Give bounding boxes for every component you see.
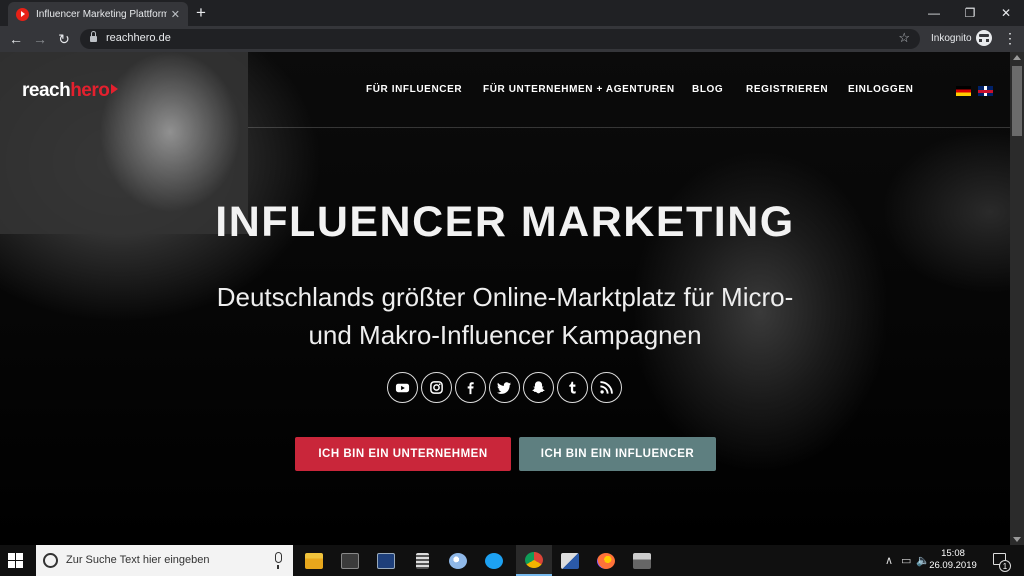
logo-part-reach: reach <box>22 80 71 101</box>
tool-icon <box>341 552 359 569</box>
nav-einloggen[interactable]: EINLOGGEN <box>848 84 913 95</box>
hero-subline-line-1: Deutschlands größter Online-Marktplatz f… <box>216 282 794 312</box>
logo-play-icon <box>111 84 119 94</box>
reachhero-logo[interactable]: reachhero <box>22 80 119 102</box>
cortana-icon <box>43 553 58 568</box>
lock-icon <box>90 31 97 43</box>
nav-fuer-influencer[interactable]: FÜR INFLUENCER <box>366 84 462 95</box>
reload-button[interactable]: ↻ <box>55 30 73 48</box>
logo-part-hero: hero <box>70 80 110 101</box>
new-tab-button[interactable]: + <box>196 3 206 23</box>
nav-fuer-unternehmen[interactable]: FÜR UNTERNEHMEN + AGENTUREN <box>483 84 675 95</box>
social-links <box>387 372 622 403</box>
hero-headline: INFLUENCER MARKETING <box>215 198 795 246</box>
taskbar-clock[interactable]: 15:08 26.09.2019 <box>928 548 978 572</box>
microphone-icon[interactable] <box>275 552 282 569</box>
close-window-button[interactable]: ✕ <box>988 0 1024 26</box>
scroll-thumb[interactable] <box>1012 66 1022 136</box>
screen: Influencer Marketing Plattform: T ✕ + — … <box>0 0 1024 576</box>
cta-influencer-button[interactable]: ICH BIN EIN INFLUENCER <box>519 437 716 471</box>
taskbar-search-box[interactable]: Zur Suche Text hier eingeben <box>36 545 293 576</box>
taskbar-app-5[interactable] <box>440 545 476 576</box>
twitter-icon[interactable] <box>489 372 520 403</box>
scroll-up-arrow-icon[interactable] <box>1013 55 1021 60</box>
monitor-icon <box>377 552 395 569</box>
instagram-icon[interactable] <box>421 372 452 403</box>
nav-blog[interactable]: BLOG <box>692 84 723 95</box>
youtube-icon[interactable] <box>387 372 418 403</box>
taskbar-firefox[interactable] <box>588 545 624 576</box>
chrome-icon <box>525 551 543 568</box>
taskbar-app-3[interactable] <box>368 545 404 576</box>
taskbar-app-2[interactable] <box>332 545 368 576</box>
minimize-button[interactable]: — <box>916 0 952 26</box>
bookmark-star-icon[interactable]: ☆ <box>898 30 910 46</box>
chart-app-icon <box>561 552 579 569</box>
url-text[interactable]: reachhero.de <box>106 32 171 44</box>
hero-subline: Deutschlands größter Online-Marktplatz f… <box>0 278 1010 354</box>
taskbar-calculator[interactable] <box>404 545 440 576</box>
windows-taskbar: Zur Suche Text hier eingeben ∧ ▭ 🔈 15:08… <box>0 545 1024 576</box>
network-icon[interactable]: ▭ <box>901 554 911 567</box>
youtube-favicon-icon <box>16 7 29 21</box>
taskbar-app-6[interactable] <box>476 545 512 576</box>
taskbar-app-8[interactable] <box>552 545 588 576</box>
scroll-down-arrow-icon[interactable] <box>1013 537 1021 542</box>
incognito-icon[interactable] <box>976 30 992 46</box>
back-button[interactable]: ← <box>7 30 25 48</box>
calculator-icon <box>415 552 429 569</box>
german-flag-icon[interactable] <box>956 86 971 96</box>
windows-start-icon[interactable] <box>8 553 23 568</box>
firefox-icon <box>597 552 615 569</box>
cta-company-button[interactable]: ICH BIN EIN UNTERNEHMEN <box>295 437 511 471</box>
chrome-menu-icon[interactable]: ⋮ <box>1003 30 1017 46</box>
folder-icon <box>305 552 323 569</box>
paint-icon <box>449 552 467 569</box>
taskbar-search-placeholder: Zur Suche Text hier eingeben <box>66 554 210 566</box>
tumblr-icon[interactable] <box>557 372 588 403</box>
browser-tab[interactable]: Influencer Marketing Plattform: T ✕ <box>8 2 188 26</box>
tray-chevron-icon[interactable]: ∧ <box>885 554 893 567</box>
webpage: reachhero FÜR INFLUENCER FÜR UNTERNEHMEN… <box>0 52 1010 545</box>
hero-subline-line-2: und Makro-Influencer Kampagnen <box>308 320 702 350</box>
nav-divider <box>248 127 1010 128</box>
restore-button[interactable]: ❐ <box>952 0 988 26</box>
notification-count-badge: 1 <box>999 560 1011 572</box>
printer-icon <box>633 552 651 569</box>
taskbar-chrome[interactable] <box>516 545 552 576</box>
tab-title: Influencer Marketing Plattform: T <box>36 8 167 20</box>
clock-date: 26.09.2019 <box>929 560 977 571</box>
tab-close-icon[interactable]: ✕ <box>171 8 180 21</box>
clock-time: 15:08 <box>941 548 965 559</box>
snapchat-icon[interactable] <box>523 372 554 403</box>
rss-icon[interactable] <box>591 372 622 403</box>
forward-button[interactable]: → <box>31 30 49 48</box>
browser-toolbar: ← → ↻ reachhero.de ☆ Inkognito <box>0 26 1024 52</box>
browser-tabstrip: Influencer Marketing Plattform: T ✕ + — … <box>0 0 1024 26</box>
page-scrollbar[interactable] <box>1010 52 1024 545</box>
taskbar-file-explorer[interactable] <box>296 545 332 576</box>
address-bar[interactable]: reachhero.de ☆ <box>80 29 920 49</box>
taskbar-app-10[interactable] <box>624 545 660 576</box>
uk-flag-icon[interactable] <box>978 86 993 96</box>
bird-icon <box>485 552 503 569</box>
incognito-label: Inkognito <box>931 33 972 44</box>
nav-registrieren[interactable]: REGISTRIEREN <box>746 84 828 95</box>
facebook-icon[interactable] <box>455 372 486 403</box>
